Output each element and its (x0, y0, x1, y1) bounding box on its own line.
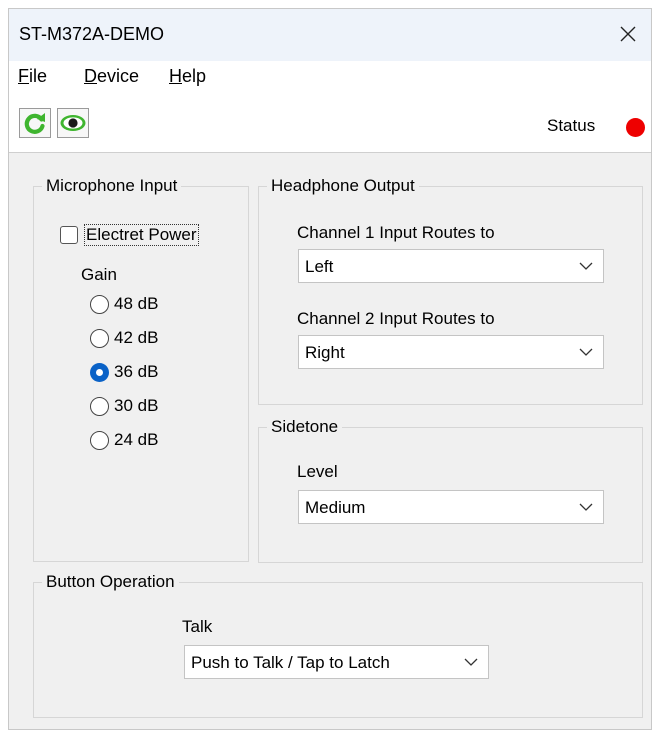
chevron-down-icon (579, 348, 593, 356)
app-window: ST-M372A-DEMO File Device Help Status Mi… (8, 8, 652, 730)
refresh-icon (24, 113, 45, 134)
sidetone-level-select[interactable]: Medium (298, 490, 604, 524)
headphone-output-title: Headphone Output (267, 176, 419, 196)
channel2-route-value: Right (305, 343, 345, 362)
microphone-input-title: Microphone Input (42, 176, 182, 196)
toolbar: Status (9, 91, 651, 153)
electret-power-checkbox[interactable]: Electret Power (60, 224, 199, 246)
gain-option-label: 36 dB (114, 362, 159, 381)
talk-mode-select[interactable]: Push to Talk / Tap to Latch (184, 645, 489, 679)
status-indicator (626, 118, 645, 137)
headphone-output-group: Headphone Output Channel 1 Input Routes … (258, 176, 643, 405)
gain-option-label: 30 dB (114, 396, 159, 415)
gain-radio[interactable] (90, 430, 109, 450)
close-icon[interactable] (611, 17, 645, 51)
microphone-input-group: Microphone Input Electret Power Gain 48 … (33, 176, 249, 562)
gain-radio[interactable] (90, 362, 109, 382)
electret-power-box[interactable] (60, 226, 78, 244)
eye-icon (60, 115, 86, 131)
button-operation-title: Button Operation (42, 572, 179, 592)
gain-option-label: 42 dB (114, 328, 159, 347)
gain-option[interactable]: 36 dB (90, 362, 158, 382)
gain-option[interactable]: 42 dB (90, 328, 158, 348)
gain-option[interactable]: 48 dB (90, 294, 158, 314)
menu-help[interactable]: Help (169, 66, 206, 87)
gain-radio[interactable] (90, 328, 109, 348)
chevron-down-icon (579, 262, 593, 270)
channel1-route-value: Left (305, 257, 334, 276)
sidetone-level-value: Medium (305, 498, 366, 517)
channel2-route-label: Channel 2 Input Routes to (297, 309, 495, 328)
sidetone-level-label: Level (297, 462, 338, 481)
talk-label: Talk (182, 617, 213, 636)
title-bar: ST-M372A-DEMO (9, 9, 651, 61)
channel2-route-select[interactable]: Right (298, 335, 604, 369)
talk-mode-value: Push to Talk / Tap to Latch (191, 653, 390, 672)
refresh-button[interactable] (19, 108, 51, 138)
monitor-button[interactable] (57, 108, 89, 138)
gain-radio[interactable] (90, 396, 109, 416)
menu-device[interactable]: Device (84, 66, 139, 87)
gain-option[interactable]: 30 dB (90, 396, 158, 416)
status-label: Status (547, 116, 596, 135)
gain-option-label: 24 dB (114, 430, 159, 449)
menu-file[interactable]: File (18, 66, 47, 87)
chevron-down-icon (579, 503, 593, 511)
window-title: ST-M372A-DEMO (19, 24, 165, 44)
channel1-route-label: Channel 1 Input Routes to (297, 223, 495, 242)
gain-radio[interactable] (90, 294, 109, 314)
gain-option-label: 48 dB (114, 294, 159, 313)
gain-option[interactable]: 24 dB (90, 430, 158, 450)
chevron-down-icon (464, 658, 478, 666)
button-operation-group: Button Operation Talk Push to Talk / Tap… (33, 572, 643, 718)
sidetone-group: Sidetone Level Medium (258, 417, 643, 563)
sidetone-title: Sidetone (267, 417, 343, 437)
menu-bar: File Device Help (9, 61, 651, 91)
gain-label: Gain (81, 265, 117, 284)
channel1-route-select[interactable]: Left (298, 249, 604, 283)
electret-power-label: Electret Power (84, 224, 199, 246)
